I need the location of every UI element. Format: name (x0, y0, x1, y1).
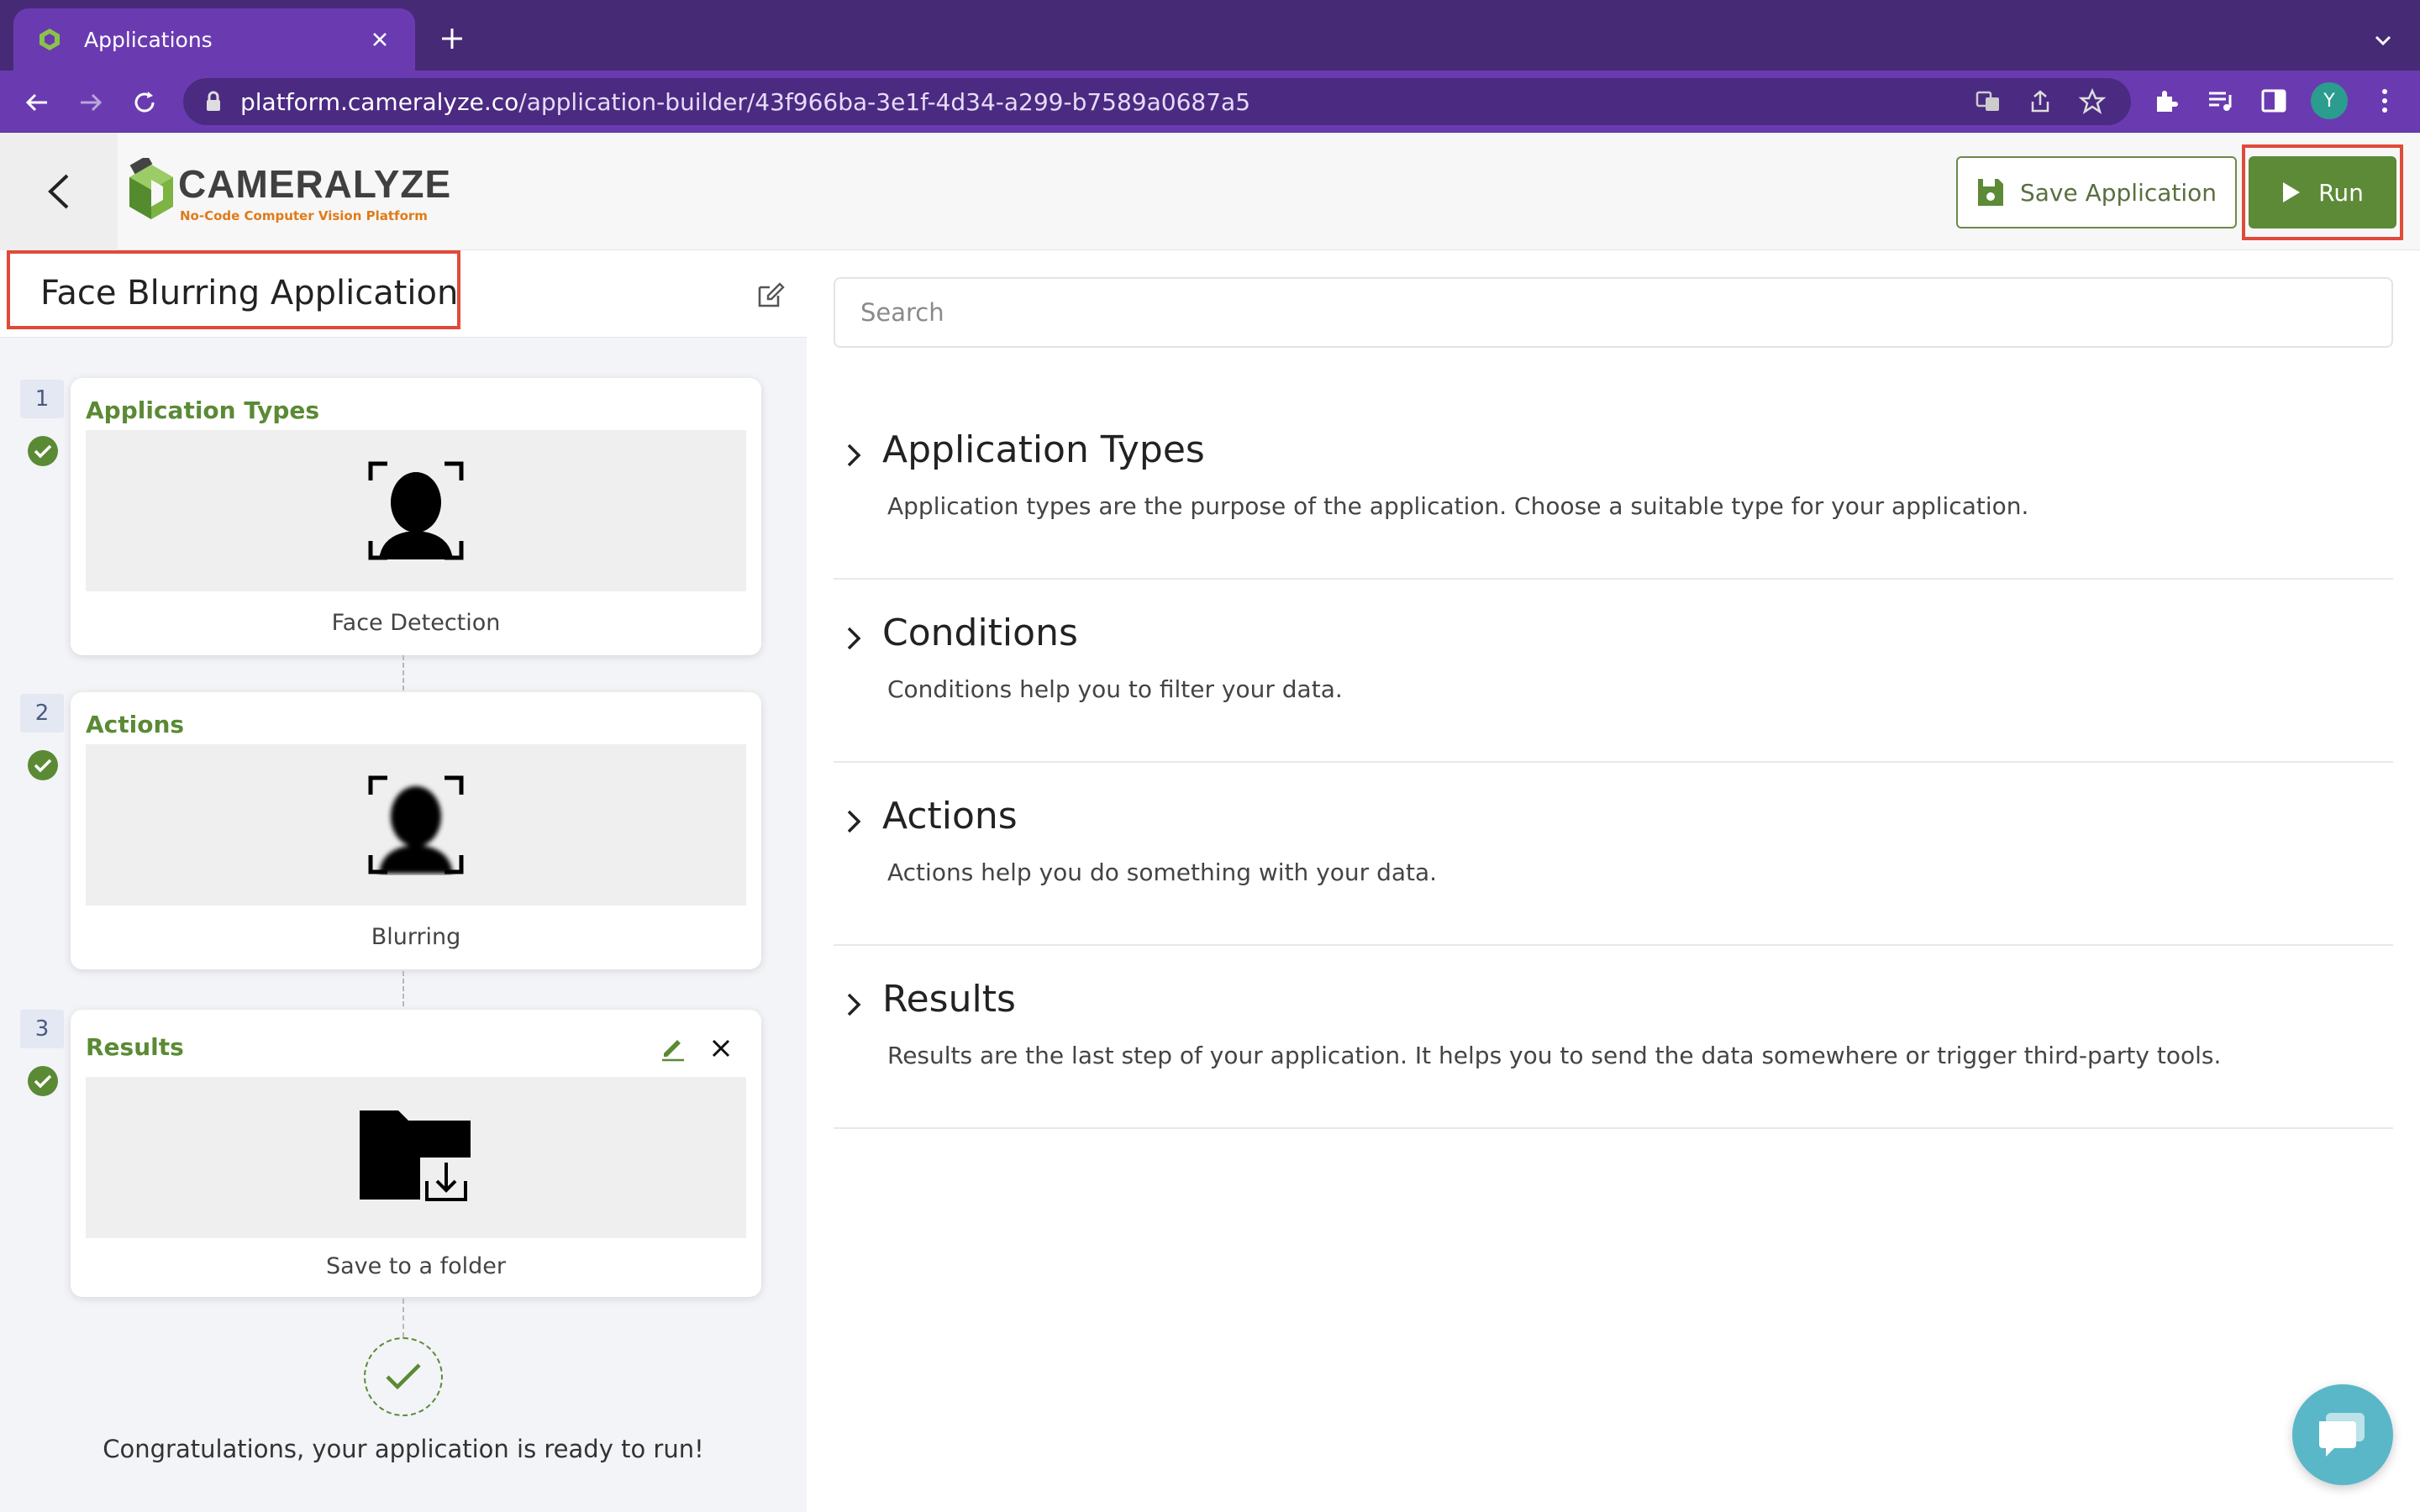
section-actions[interactable]: Actions Actions help you do something wi… (834, 763, 2393, 946)
section-title: Conditions (882, 612, 1078, 654)
chevron-right-icon (847, 993, 861, 1016)
tab-search-chevron-icon[interactable] (2368, 25, 2398, 55)
reload-icon[interactable] (126, 84, 163, 121)
step-caption: Save to a folder (325, 1253, 507, 1279)
section-application-types[interactable]: Application Types Application types are … (834, 396, 2393, 580)
save-application-button[interactable]: Save Application (1956, 156, 2237, 228)
check-circle-icon (28, 750, 58, 780)
step-number: 2 (20, 694, 64, 732)
section-title: Application Types (882, 428, 1205, 471)
tab-close-icon[interactable] (363, 23, 397, 56)
browser-menu-icon[interactable] (2368, 84, 2402, 118)
browser-toolbar: platform.cameralyze.co/application-build… (0, 71, 2420, 133)
section-title: Actions (882, 795, 1018, 837)
cameralyze-favicon-icon (39, 29, 60, 50)
section-title: Results (882, 978, 1016, 1021)
step-number: 3 (20, 1010, 64, 1048)
step-card-action[interactable]: Actions Blurring (71, 692, 761, 969)
step-connector (402, 971, 404, 1006)
bookmark-star-icon[interactable] (2077, 87, 2107, 117)
forward-arrow-icon[interactable] (72, 84, 109, 121)
edit-step-icon[interactable] (659, 1033, 687, 1062)
back-button[interactable] (0, 133, 118, 250)
step-card-result[interactable]: Results Save to a folder (71, 1010, 761, 1297)
url-text: platform.cameralyze.co/application-build… (240, 87, 1251, 116)
section-conditions[interactable]: Conditions Conditions help you to filter… (834, 580, 2393, 763)
step-image (86, 1077, 746, 1238)
save-icon (1977, 179, 2003, 206)
browser-tab[interactable]: Applications (13, 8, 415, 71)
ready-message: Congratulations, your application is rea… (103, 1435, 704, 1463)
share-icon[interactable] (2025, 87, 2055, 117)
app-header: CAMERALYZE No-Code Computer Vision Platf… (0, 133, 2420, 250)
section-description: Application types are the purpose of the… (887, 492, 2029, 520)
address-bar[interactable]: platform.cameralyze.co/application-build… (183, 78, 2131, 125)
folder-download-icon (360, 1110, 472, 1206)
run-button-highlight (2242, 144, 2403, 240)
cameralyze-logo[interactable]: CAMERALYZE No-Code Computer Vision Platf… (126, 155, 450, 227)
cameralyze-logo-mark-icon (129, 155, 173, 219)
pipeline-panel: Face Blurring Application 1 Application … (0, 250, 807, 1512)
section-description: Actions help you do something with your … (887, 858, 1438, 886)
remove-step-icon[interactable] (708, 1035, 734, 1062)
chevron-right-icon (847, 444, 861, 467)
translate-icon[interactable] (1973, 87, 2003, 117)
ready-check (364, 1337, 443, 1416)
step-label: Application Types (86, 396, 320, 424)
edit-title-icon[interactable] (755, 279, 786, 311)
new-tab-icon[interactable] (435, 22, 469, 55)
step-label: Results (86, 1033, 184, 1061)
section-description: Results are the last step of your applic… (887, 1042, 2222, 1069)
chevron-right-icon (847, 627, 861, 650)
step-caption: Face Detection (331, 610, 501, 636)
face-detection-icon (368, 461, 464, 560)
step-label: Actions (86, 711, 185, 738)
extensions-icon[interactable] (2149, 84, 2183, 118)
tab-title: Applications (84, 27, 213, 52)
side-panel-icon[interactable] (2257, 84, 2291, 118)
app-title-highlight (7, 250, 460, 329)
chat-widget-button[interactable] (2292, 1384, 2393, 1485)
check-circle-icon (28, 436, 58, 466)
media-queue-icon[interactable] (2203, 84, 2237, 118)
step-card-application-type[interactable]: Application Types Face Detection (71, 378, 761, 655)
browser-tab-bar: Applications (0, 0, 2420, 71)
profile-avatar[interactable]: Y (2311, 82, 2348, 119)
step-image (86, 430, 746, 591)
back-arrow-icon[interactable] (18, 84, 55, 121)
section-description: Conditions help you to filter your data. (887, 675, 1343, 703)
check-icon (386, 1363, 421, 1390)
face-blur-icon (368, 775, 464, 874)
step-connector (402, 1299, 404, 1337)
logo-wordmark: CAMERALYZE (178, 162, 452, 206)
step-image (86, 744, 746, 906)
chat-icon (2319, 1413, 2365, 1457)
logo-tagline: No-Code Computer Vision Platform (180, 208, 428, 223)
check-circle-icon (28, 1066, 58, 1096)
chevron-left-icon (48, 174, 69, 209)
lock-icon (207, 91, 220, 111)
components-panel: Application Types Application types are … (807, 250, 2420, 1512)
step-caption: Blurring (371, 924, 461, 950)
section-results[interactable]: Results Results are the last step of you… (834, 946, 2393, 1129)
search-input[interactable] (834, 277, 2393, 348)
chevron-right-icon (847, 810, 861, 833)
step-number: 1 (20, 380, 64, 418)
step-connector (402, 655, 404, 690)
save-application-label: Save Application (2019, 178, 2217, 207)
